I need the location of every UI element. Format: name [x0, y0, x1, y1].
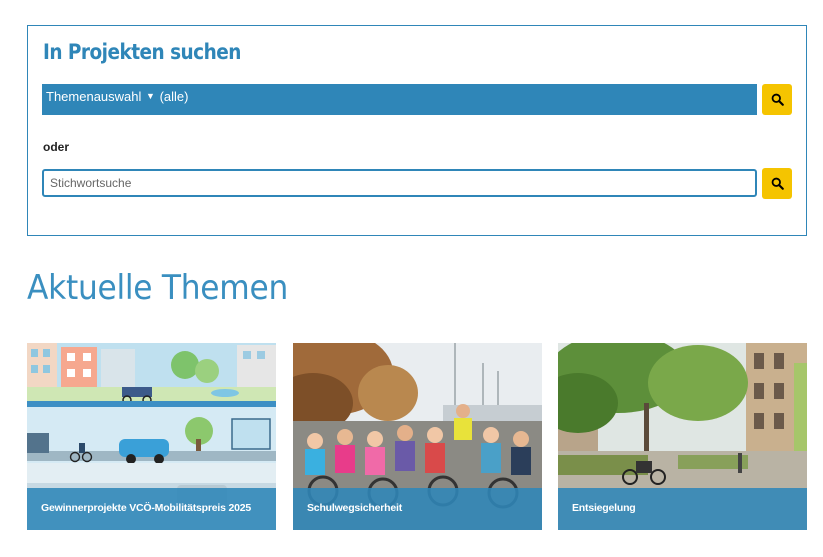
theme-card-label: Gewinnerprojekte VCÖ-Mobilitätspreis 202… [27, 488, 276, 530]
theme-search-button[interactable] [762, 84, 792, 115]
caret-down-icon: ▼ [146, 91, 155, 101]
theme-card-school-route-safety[interactable]: Schulwegsicherheit [293, 343, 542, 530]
keyword-search-button[interactable] [762, 168, 792, 199]
theme-card-unsealing[interactable]: Entsiegelung [558, 343, 807, 530]
theme-card-label: Schulwegsicherheit [293, 488, 542, 530]
or-label: oder [43, 140, 70, 154]
project-search-panel: In Projekten suchen Themenauswahl ▼ (all… [27, 25, 807, 236]
search-icon [771, 177, 784, 190]
current-themes-heading: Aktuelle Themen [27, 268, 288, 308]
search-icon [771, 93, 784, 106]
search-title: In Projekten suchen [43, 40, 241, 64]
theme-select-label: Themenauswahl [46, 89, 142, 104]
keyword-search-input[interactable] [42, 169, 757, 197]
theme-select-dropdown[interactable]: Themenauswahl ▼ (alle) [42, 84, 757, 115]
theme-card-mobility-award[interactable]: Gewinnerprojekte VCÖ-Mobilitätspreis 202… [27, 343, 276, 530]
theme-select-value: (alle) [159, 89, 189, 104]
theme-card-label: Entsiegelung [558, 488, 807, 530]
